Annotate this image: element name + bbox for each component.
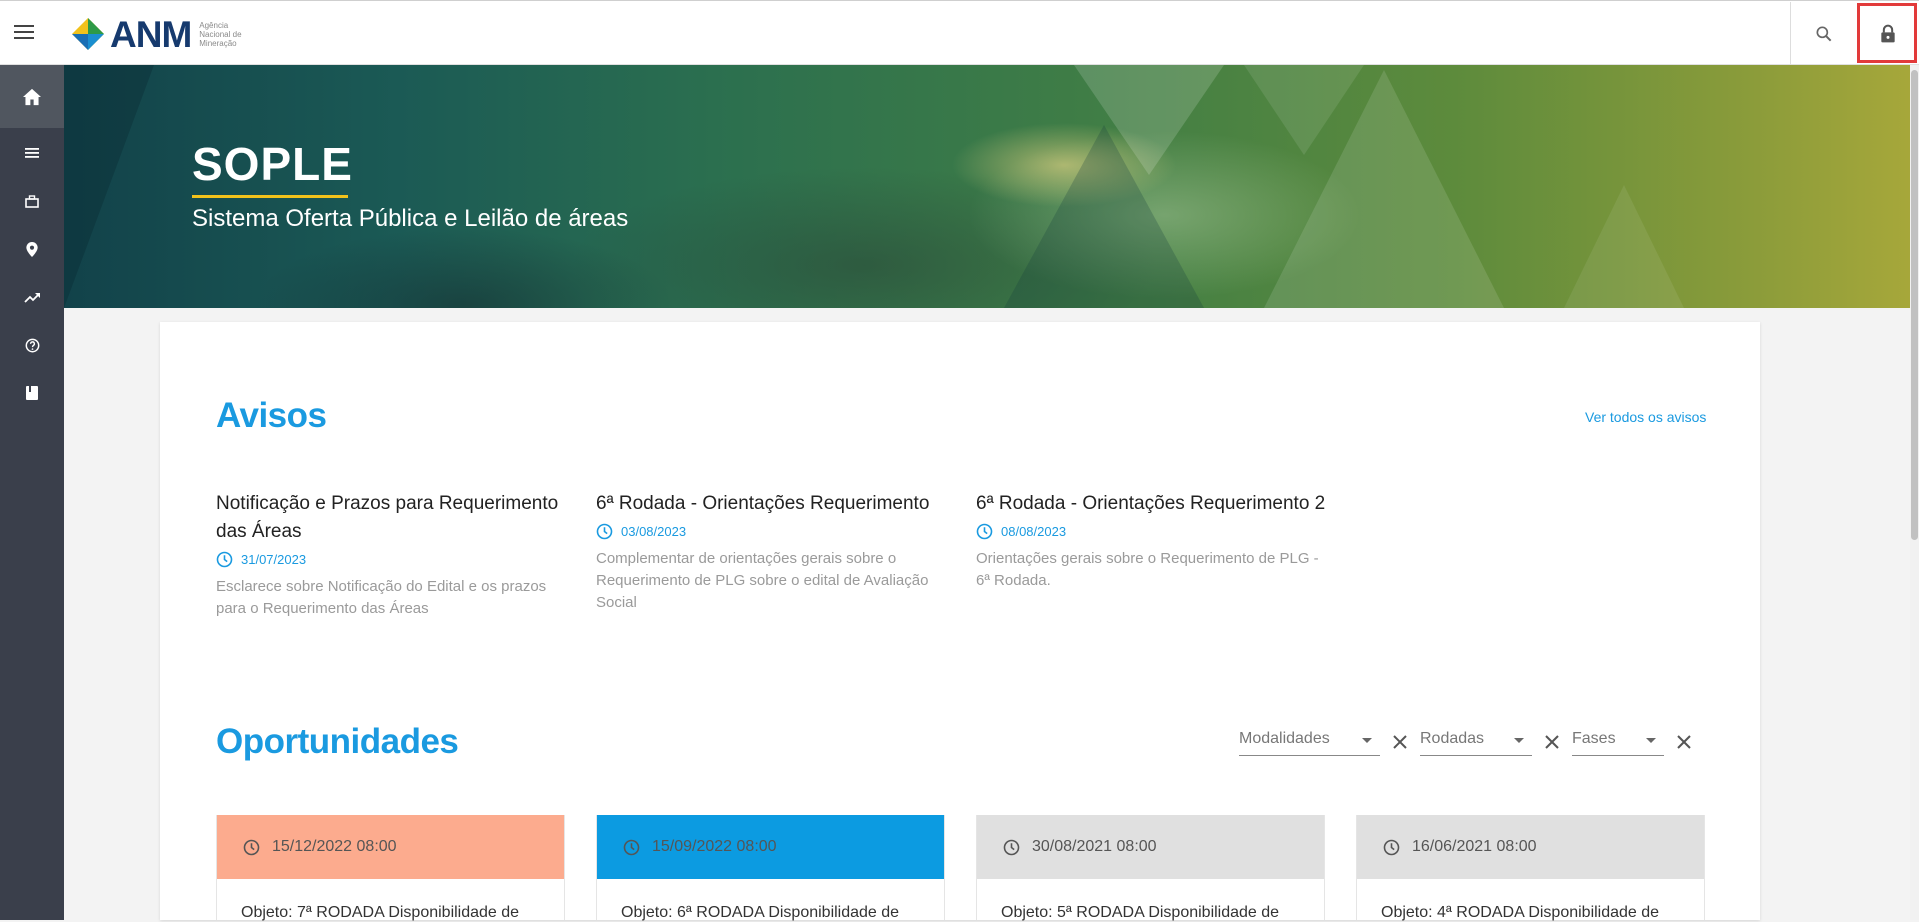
clear-fases-close-icon[interactable] xyxy=(1675,733,1693,751)
logo-sub-line: Nacional de xyxy=(199,29,242,39)
clock-icon xyxy=(623,839,640,855)
sidebar-item-trends[interactable] xyxy=(0,273,64,321)
aviso-date-text: 31/07/2023 xyxy=(241,551,307,567)
aviso-item: 6ª Rodada - Orientações Requerimento 2 0… xyxy=(976,490,1336,592)
avisos-title: Avisos xyxy=(216,396,327,435)
opportunity-card[interactable]: 15/09/2022 08:00 Objeto: 6ª RODADA Dispo… xyxy=(596,815,945,921)
opportunity-card[interactable]: 30/08/2021 08:00 Objeto: 5ª RODADA Dispo… xyxy=(976,815,1325,921)
see-all-notices-link[interactable]: Ver todos os avisos xyxy=(1585,409,1706,425)
aviso-date-text: 08/08/2023 xyxy=(1001,523,1067,539)
aviso-item: 6ª Rodada - Orientações Requerimento 03/… xyxy=(596,490,966,614)
aviso-title[interactable]: 6ª Rodada - Orientações Requerimento xyxy=(596,490,966,518)
aviso-date: 31/07/2023 xyxy=(216,548,576,570)
sidebar-item-location[interactable] xyxy=(0,225,64,273)
clock-icon xyxy=(1003,839,1020,855)
sidebar-item-list[interactable] xyxy=(0,129,64,177)
filter-modalidades[interactable]: Modalidades xyxy=(1239,728,1380,756)
clock-icon xyxy=(243,839,260,855)
aviso-item: Notificação e Prazos para Requerimento d… xyxy=(216,490,576,620)
opportunity-date: 15/12/2022 08:00 xyxy=(272,838,397,855)
filter-label: Modalidades xyxy=(1239,730,1330,747)
list-icon xyxy=(25,148,39,158)
sidebar-item-home[interactable] xyxy=(0,65,64,128)
hero-title: SOPLE xyxy=(192,138,353,190)
chevron-down-icon xyxy=(1362,738,1372,743)
sidebar-item-help[interactable] xyxy=(0,321,64,369)
hero-subtitle: Sistema Oferta Pública e Leilão de áreas xyxy=(192,205,629,232)
sidebar xyxy=(0,65,64,920)
menu-icon[interactable] xyxy=(14,21,42,45)
filter-label: Fases xyxy=(1572,730,1616,747)
anm-logo-mark-icon xyxy=(72,18,104,50)
location-pin-icon xyxy=(26,241,38,257)
clear-modalidades-close-icon[interactable] xyxy=(1391,733,1409,751)
opportunity-card-header: 16/06/2021 08:00 xyxy=(1357,815,1704,879)
logo-text: ANM xyxy=(110,13,192,55)
clock-icon xyxy=(976,523,993,539)
opportunity-object-text: Objeto: 5ª RODADA Disponibilidade de xyxy=(1001,904,1280,921)
opportunity-card[interactable]: 16/06/2021 08:00 Objeto: 4ª RODADA Dispo… xyxy=(1356,815,1705,921)
opportunity-date: 16/06/2021 08:00 xyxy=(1412,838,1537,855)
book-icon xyxy=(26,386,38,400)
filter-rodadas[interactable]: Rodadas xyxy=(1420,728,1532,756)
opportunity-card[interactable]: 15/12/2022 08:00 Objeto: 7ª RODADA Dispo… xyxy=(216,815,565,921)
oportunidades-title: Oportunidades xyxy=(216,722,459,761)
aviso-description: Complementar de orientações gerais sobre… xyxy=(596,550,929,611)
logo-subtitle: Agência Nacional de Mineração xyxy=(199,21,259,48)
aviso-title[interactable]: 6ª Rodada - Orientações Requerimento 2 xyxy=(976,490,1336,518)
opportunity-card-header: 15/12/2022 08:00 xyxy=(217,815,564,879)
clock-icon xyxy=(216,551,233,567)
opportunity-card-header: 30/08/2021 08:00 xyxy=(977,815,1324,879)
logo-sub-line: Mineração xyxy=(199,38,237,48)
aviso-description: Orientações gerais sobre o Requerimento … xyxy=(976,550,1319,589)
opportunity-object-text: Objeto: 4ª RODADA Disponibilidade de xyxy=(1381,904,1660,921)
search-icon xyxy=(1816,26,1831,41)
clock-icon xyxy=(1383,839,1400,855)
sidebar-item-briefcase[interactable] xyxy=(0,177,64,225)
filter-fases[interactable]: Fases xyxy=(1572,728,1664,756)
hero-banner: SOPLE Sistema Oferta Pública e Leilão de… xyxy=(64,65,1919,308)
briefcase-icon xyxy=(25,194,39,208)
opportunity-date: 15/09/2022 08:00 xyxy=(652,838,777,855)
home-icon xyxy=(23,88,41,105)
page-scrollbar-thumb[interactable] xyxy=(1911,70,1918,540)
filter-label: Rodadas xyxy=(1420,730,1485,747)
chevron-down-icon xyxy=(1514,738,1524,743)
aviso-date: 08/08/2023 xyxy=(976,520,1336,542)
aviso-title[interactable]: Notificação e Prazos para Requerimento d… xyxy=(216,490,576,546)
top-bar: ANM Agência Nacional de Mineração xyxy=(0,0,1919,65)
opportunity-card-header: 15/09/2022 08:00 xyxy=(597,815,944,879)
opportunity-date: 30/08/2021 08:00 xyxy=(1032,838,1157,855)
trending-up-icon xyxy=(24,292,40,303)
aviso-description: Esclarece sobre Notificação do Edital e … xyxy=(216,578,547,617)
aviso-date-text: 03/08/2023 xyxy=(621,523,687,539)
anm-logo[interactable]: ANM Agência Nacional de Mineração xyxy=(70,15,259,53)
logo-sub-line: Agência xyxy=(199,20,229,30)
opportunity-object-text: Objeto: 7ª RODADA Disponibilidade de xyxy=(241,904,520,921)
opportunity-object-text: Objeto: 6ª RODADA Disponibilidade de xyxy=(621,904,900,921)
chevron-down-icon xyxy=(1646,738,1656,743)
aviso-date: 03/08/2023 xyxy=(596,520,966,542)
sidebar-item-book[interactable] xyxy=(0,369,64,417)
clear-rodadas-close-icon[interactable] xyxy=(1543,733,1561,751)
lock-icon xyxy=(1880,24,1895,42)
help-icon xyxy=(25,338,39,352)
hero-title-underline xyxy=(192,195,348,198)
clock-icon xyxy=(596,523,613,539)
